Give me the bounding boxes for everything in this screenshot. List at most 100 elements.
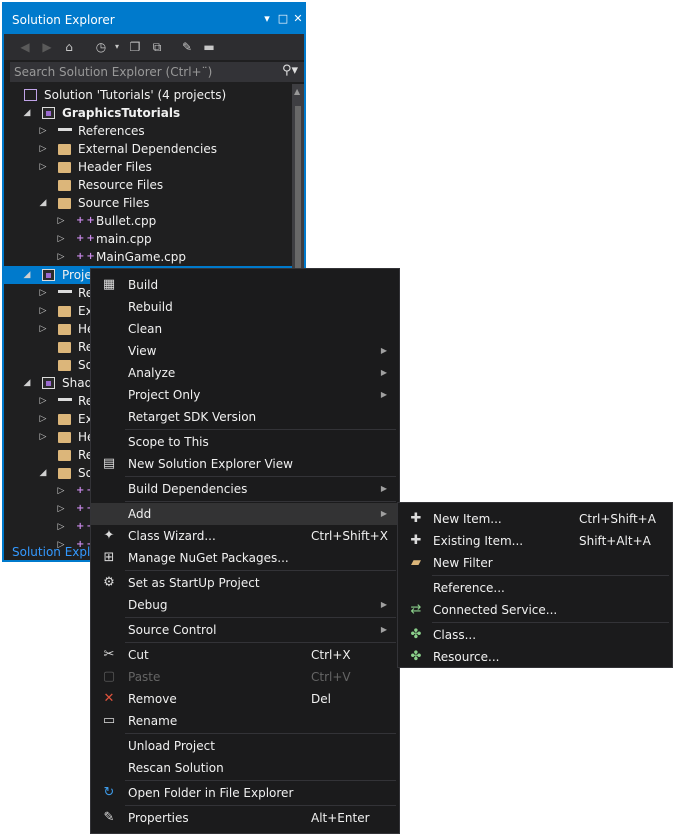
solution-icon [24, 89, 37, 101]
existing-item-icon: ✚ [410, 533, 422, 548]
menu-item-build-dependencies[interactable]: Build Dependencies ▶ [91, 478, 399, 500]
folder-icon [58, 306, 71, 317]
menu-separator [125, 476, 396, 477]
toolbar: ◀ ▶ ⌂ ◷ ▾ ❐ ⧉ ✎ ▬ [4, 34, 304, 60]
tree-item[interactable]: Solution 'Tutorials' (4 projects) [4, 86, 292, 104]
menu-item-manage-nuget-packages[interactable]: ⊞ Manage NuGet Packages... [91, 547, 399, 569]
submenu-item-new-filter[interactable]: ▰ New Filter [398, 552, 672, 574]
menu-item-class-wizard[interactable]: ✦ Class Wizard... Ctrl+Shift+X [91, 525, 399, 547]
search-icon[interactable]: ⚲▾ [282, 63, 298, 78]
menu-item-cut[interactable]: ✂ Cut Ctrl+X [91, 644, 399, 666]
expand-arrow-icon[interactable]: ◢ [22, 266, 32, 284]
collapse-all-icon[interactable]: ❐ [126, 38, 144, 56]
menu-item-label: Rebuild [128, 300, 173, 314]
menu-item-unload-project[interactable]: Unload Project [91, 735, 399, 757]
collapse-arrow-icon[interactable]: ▷ [56, 518, 66, 536]
menu-item-shortcut: Ctrl+Shift+A [579, 512, 656, 526]
window-dropdown-icon[interactable]: ▾ [260, 11, 274, 27]
collapse-arrow-icon[interactable]: ▷ [38, 158, 48, 176]
tree-item-label: External Dependencies [78, 142, 218, 156]
submenu-item-new-item[interactable]: ✚ New Item... Ctrl+Shift+A [398, 508, 672, 530]
maximize-icon[interactable]: □ [276, 11, 290, 27]
menu-item-label: Connected Service... [433, 603, 558, 617]
tree-item[interactable]: ◢ GraphicsTutorials [4, 104, 292, 122]
submenu-item-reference[interactable]: Reference... [398, 577, 672, 599]
menu-item-source-control[interactable]: Source Control ▶ [91, 619, 399, 641]
collapse-arrow-icon[interactable]: ▷ [56, 212, 66, 230]
menu-item-add[interactable]: Add ▶ [91, 503, 399, 525]
tree-item[interactable]: ▷ + + MainGame.cpp [4, 248, 292, 266]
submenu-item-resource[interactable]: ✤ Resource... [398, 646, 672, 668]
menu-item-properties[interactable]: ✎ Properties Alt+Enter [91, 807, 399, 829]
preview-icon[interactable]: ▬ [200, 38, 218, 56]
expand-arrow-icon[interactable]: ◢ [38, 464, 48, 482]
collapse-arrow-icon[interactable]: ▷ [38, 428, 48, 446]
properties-wrench-icon[interactable]: ✎ [178, 38, 196, 56]
cpp-file-icon: + + [76, 215, 95, 226]
collapse-arrow-icon[interactable]: ▷ [38, 410, 48, 428]
collapse-arrow-icon[interactable]: ▷ [38, 140, 48, 158]
menu-item-label: Properties [128, 811, 189, 825]
menu-item-analyze[interactable]: Analyze ▶ [91, 362, 399, 384]
references-icon [58, 398, 72, 404]
menu-item-rename[interactable]: ▭ Rename [91, 710, 399, 732]
menu-item-set-as-startup-project[interactable]: ⚙ Set as StartUp Project [91, 572, 399, 594]
folder-icon [58, 450, 71, 461]
tree-item-label: References [78, 124, 145, 138]
menu-item-clean[interactable]: Clean [91, 318, 399, 340]
forward-icon[interactable]: ▶ [38, 38, 56, 56]
menu-item-project-only[interactable]: Project Only ▶ [91, 384, 399, 406]
collapse-arrow-icon[interactable]: ▷ [38, 302, 48, 320]
build-icon: ▦ [102, 277, 116, 292]
tree-item[interactable]: ▷ + + Bullet.cpp [4, 212, 292, 230]
tree-item[interactable]: ◢ Source Files [4, 194, 292, 212]
collapse-arrow-icon[interactable]: ▷ [56, 230, 66, 248]
collapse-arrow-icon[interactable]: ▷ [38, 320, 48, 338]
menu-item-rescan-solution[interactable]: Rescan Solution [91, 757, 399, 779]
project-context-menu: ▦ Build Rebuild Clean View ▶ Analyze ▶ Project O… [90, 268, 400, 834]
folder-icon [58, 432, 71, 443]
menu-separator [125, 429, 396, 430]
scroll-up-icon[interactable]: ▲ [294, 87, 300, 96]
menu-item-retarget-sdk-version[interactable]: Retarget SDK Version [91, 406, 399, 428]
menu-item-rebuild[interactable]: Rebuild [91, 296, 399, 318]
close-icon[interactable]: ✕ [291, 11, 305, 27]
expand-arrow-icon[interactable]: ◢ [22, 104, 32, 122]
collapse-arrow-icon[interactable]: ▷ [56, 248, 66, 266]
menu-item-view[interactable]: View ▶ [91, 340, 399, 362]
tree-item[interactable]: ▷ + + main.cpp [4, 230, 292, 248]
show-all-files-icon[interactable]: ⧉ [148, 38, 166, 56]
chevron-down-icon[interactable]: ▾ [108, 38, 126, 56]
submenu-item-class[interactable]: ✤ Class... [398, 624, 672, 646]
tree-item[interactable]: Resource Files [4, 176, 292, 194]
menu-item-remove[interactable]: ✕ Remove Del [91, 688, 399, 710]
menu-item-shortcut: Del [311, 692, 331, 706]
folder-icon [58, 360, 71, 371]
tree-item[interactable]: ▷ External Dependencies [4, 140, 292, 158]
menu-item-build[interactable]: ▦ Build [91, 274, 399, 296]
tree-item-label: Resource Files [78, 178, 164, 192]
expand-arrow-icon[interactable]: ◢ [22, 374, 32, 392]
collapse-arrow-icon[interactable]: ▷ [38, 284, 48, 302]
menu-item-open-folder-in-file-explorer[interactable]: ↻ Open Folder in File Explorer [91, 782, 399, 804]
back-icon[interactable]: ◀ [16, 38, 34, 56]
collapse-arrow-icon[interactable]: ▷ [38, 122, 48, 140]
collapse-arrow-icon[interactable]: ▷ [38, 392, 48, 410]
tree-item[interactable]: ▷ References [4, 122, 292, 140]
submenu-item-connected-service[interactable]: ⇄ Connected Service... [398, 599, 672, 621]
new-view-icon: ▤ [102, 456, 116, 471]
submenu-item-existing-item[interactable]: ✚ Existing Item... Shift+Alt+A [398, 530, 672, 552]
submenu-arrow-icon: ▶ [380, 346, 387, 355]
menu-item-debug[interactable]: Debug ▶ [91, 594, 399, 616]
menu-item-shortcut: Shift+Alt+A [579, 534, 651, 548]
collapse-arrow-icon[interactable]: ▷ [56, 482, 66, 500]
expand-arrow-icon[interactable]: ◢ [38, 194, 48, 212]
menu-item-scope-to-this[interactable]: Scope to This [91, 431, 399, 453]
new-item-icon: ✚ [410, 511, 422, 526]
search-box[interactable]: ⚲▾ [10, 62, 304, 82]
home-icon[interactable]: ⌂ [60, 38, 78, 56]
menu-item-new-solution-explorer-view[interactable]: ▤ New Solution Explorer View [91, 453, 399, 475]
collapse-arrow-icon[interactable]: ▷ [56, 500, 66, 518]
search-input[interactable] [10, 62, 274, 82]
tree-item[interactable]: ▷ Header Files [4, 158, 292, 176]
